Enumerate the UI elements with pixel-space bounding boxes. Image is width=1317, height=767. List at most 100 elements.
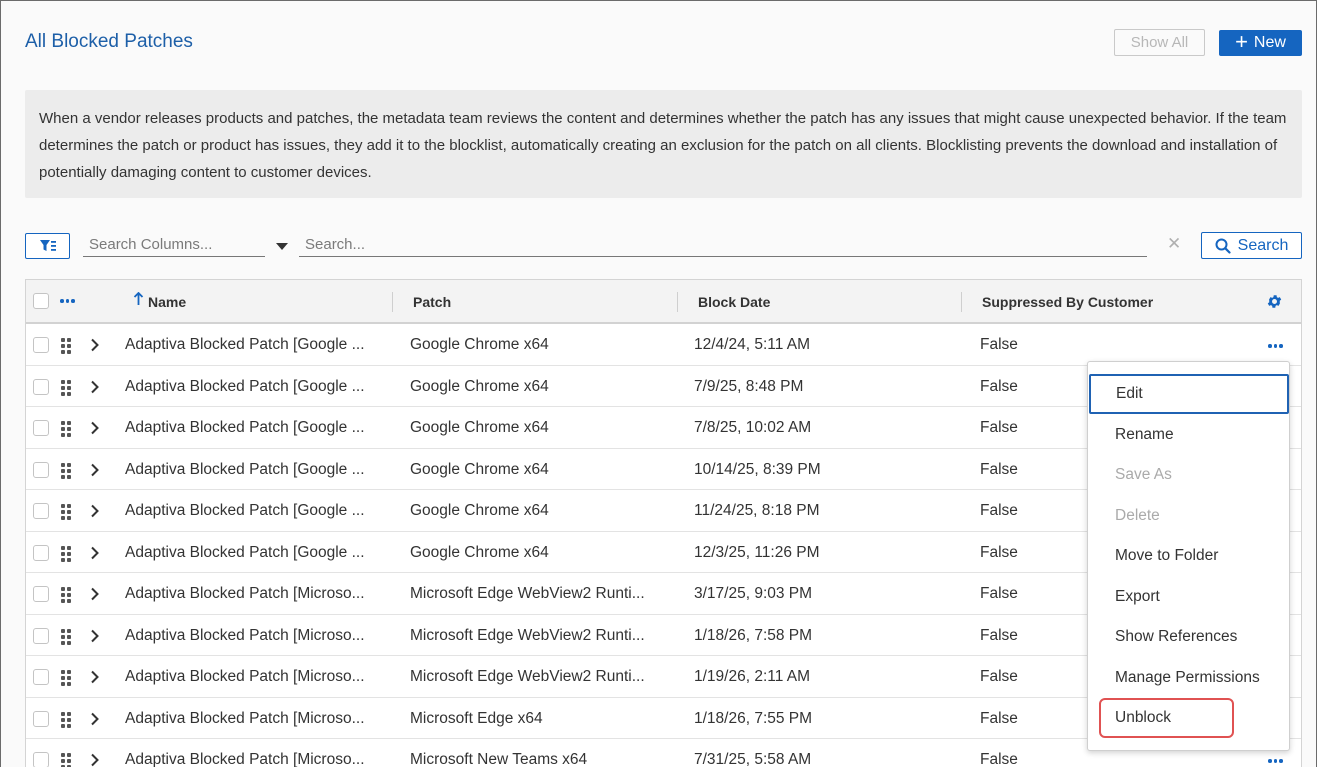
- drag-handle-icon[interactable]: [60, 337, 72, 360]
- cell-suppressed: False: [980, 377, 1018, 395]
- row-checkbox[interactable]: [33, 627, 49, 644]
- cell-suppressed: False: [980, 751, 1018, 767]
- cell-patch: Google Chrome x64: [410, 419, 549, 436]
- sort-ascending-icon[interactable]: [133, 291, 144, 309]
- chevron-right-icon[interactable]: [90, 504, 99, 523]
- drag-handle-icon[interactable]: [60, 379, 72, 402]
- more-options-icon[interactable]: [1268, 344, 1283, 348]
- select-all-checkbox[interactable]: [33, 293, 49, 309]
- drag-handle-icon[interactable]: [60, 628, 72, 651]
- drag-handle-icon[interactable]: [60, 586, 72, 609]
- clear-icon[interactable]: ✕: [1167, 234, 1181, 254]
- row-checkbox[interactable]: [33, 337, 49, 353]
- search-input[interactable]: [299, 233, 1147, 257]
- cell-block-date: 3/17/25, 9:03 PM: [694, 585, 813, 602]
- drag-handle-icon[interactable]: [60, 503, 72, 526]
- chevron-right-icon[interactable]: [90, 546, 99, 565]
- chevron-right-icon[interactable]: [90, 338, 99, 357]
- grid-header: Name Patch Block Date Suppressed By Cust…: [26, 280, 1301, 324]
- cell-patch: Google Chrome x64: [410, 377, 549, 395]
- chevron-right-icon[interactable]: [90, 629, 99, 648]
- row-checkbox[interactable]: [33, 461, 49, 478]
- cell-name: Adaptiva Blocked Patch [Google ...: [125, 336, 365, 353]
- drag-handle-icon[interactable]: [60, 711, 72, 734]
- menu-item-rename[interactable]: Rename: [1088, 415, 1289, 455]
- menu-item-manage-permissions[interactable]: Manage Permissions: [1088, 658, 1289, 698]
- search-button[interactable]: Search: [1201, 232, 1302, 259]
- cell-patch: Microsoft Edge WebView2 Runti...: [410, 668, 645, 685]
- show-all-button[interactable]: Show All: [1114, 29, 1205, 56]
- cell-suppressed: False: [980, 709, 1018, 727]
- row-checkbox[interactable]: [33, 586, 49, 602]
- new-button-label: New: [1253, 34, 1286, 51]
- app-frame: All Blocked Patches Show All + New When …: [0, 0, 1317, 767]
- cell-patch: Microsoft Edge WebView2 Runti...: [410, 585, 645, 602]
- row-context-menu: Edit Rename Save As Delete Move to Folder Exp…: [1087, 361, 1290, 751]
- row-checkbox[interactable]: [33, 710, 49, 727]
- chevron-right-icon[interactable]: [90, 712, 99, 731]
- menu-item-edit[interactable]: Edit: [1089, 374, 1289, 414]
- search-columns-input[interactable]: [83, 233, 265, 257]
- cell-patch: Google Chrome x64: [410, 460, 549, 478]
- menu-item-export[interactable]: Export: [1088, 577, 1289, 617]
- gear-icon[interactable]: [1266, 293, 1283, 313]
- cell-name: Adaptiva Blocked Patch [Microso...: [125, 585, 365, 602]
- chevron-right-icon[interactable]: [90, 380, 99, 399]
- filter-button[interactable]: [25, 233, 70, 259]
- cell-patch: Microsoft Edge WebView2 Runti...: [410, 626, 645, 644]
- table-row[interactable]: Adaptiva Blocked Patch [Google ... Google…: [26, 324, 1301, 366]
- info-banner: When a vendor releases products and patc…: [25, 90, 1302, 198]
- chevron-right-icon[interactable]: [90, 753, 99, 767]
- column-resizer[interactable]: [961, 292, 962, 312]
- chevron-right-icon[interactable]: [90, 421, 99, 440]
- cell-patch: Google Chrome x64: [410, 543, 549, 561]
- more-options-icon[interactable]: [1268, 759, 1283, 763]
- cell-block-date: 7/9/25, 8:48 PM: [694, 377, 804, 395]
- row-checkbox[interactable]: [33, 420, 49, 436]
- cell-patch: Microsoft Edge x64: [410, 709, 543, 727]
- column-resizer[interactable]: [677, 292, 678, 312]
- drag-handle-icon[interactable]: [60, 462, 72, 485]
- row-checkbox[interactable]: [33, 544, 49, 561]
- column-header-suppressed[interactable]: Suppressed By Customer: [982, 294, 1153, 310]
- column-header-block-date[interactable]: Block Date: [698, 294, 770, 310]
- drag-handle-icon[interactable]: [60, 752, 72, 767]
- column-resizer[interactable]: [392, 292, 393, 312]
- menu-item-unblock[interactable]: Unblock: [1088, 698, 1289, 738]
- cell-patch: Google Chrome x64: [410, 502, 549, 519]
- search-button-label: Search: [1237, 236, 1289, 254]
- cell-name: Adaptiva Blocked Patch [Google ...: [125, 543, 365, 561]
- menu-item-move-to-folder[interactable]: Move to Folder: [1088, 536, 1289, 576]
- search-columns-dropdown-icon[interactable]: [276, 243, 288, 250]
- chevron-right-icon[interactable]: [90, 670, 99, 689]
- cell-block-date: 12/4/24, 5:11 AM: [694, 336, 811, 353]
- drag-handle-icon[interactable]: [60, 669, 72, 692]
- cell-block-date: 12/3/25, 11:26 PM: [694, 543, 820, 561]
- column-header-name[interactable]: Name: [148, 294, 186, 310]
- column-header-patch[interactable]: Patch: [413, 294, 451, 310]
- cell-name: Adaptiva Blocked Patch [Microso...: [125, 626, 365, 644]
- row-checkbox[interactable]: [33, 378, 49, 395]
- menu-item-show-references[interactable]: Show References: [1088, 617, 1289, 657]
- cell-suppressed: False: [980, 502, 1018, 519]
- row-checkbox[interactable]: [33, 503, 49, 519]
- cell-block-date: 11/24/25, 8:18 PM: [694, 502, 820, 519]
- cell-name: Adaptiva Blocked Patch [Microso...: [125, 668, 365, 685]
- cell-patch: Google Chrome x64: [410, 336, 549, 353]
- new-button[interactable]: + New: [1219, 30, 1302, 56]
- row-checkbox[interactable]: [33, 669, 49, 685]
- column-options-icon[interactable]: [60, 299, 75, 303]
- cell-name: Adaptiva Blocked Patch [Google ...: [125, 460, 365, 478]
- row-checkbox[interactable]: [33, 752, 49, 767]
- plus-icon: +: [1235, 29, 1248, 54]
- drag-handle-icon[interactable]: [60, 420, 72, 443]
- cell-block-date: 1/18/26, 7:55 PM: [694, 709, 813, 727]
- drag-handle-icon[interactable]: [60, 545, 72, 568]
- cell-name: Adaptiva Blocked Patch [Google ...: [125, 502, 365, 519]
- cell-suppressed: False: [980, 585, 1018, 602]
- cell-patch: Microsoft New Teams x64: [410, 751, 588, 767]
- cell-block-date: 1/18/26, 7:58 PM: [694, 626, 813, 644]
- chevron-right-icon[interactable]: [90, 463, 99, 482]
- chevron-right-icon[interactable]: [90, 587, 99, 606]
- filter-icon: [39, 240, 56, 251]
